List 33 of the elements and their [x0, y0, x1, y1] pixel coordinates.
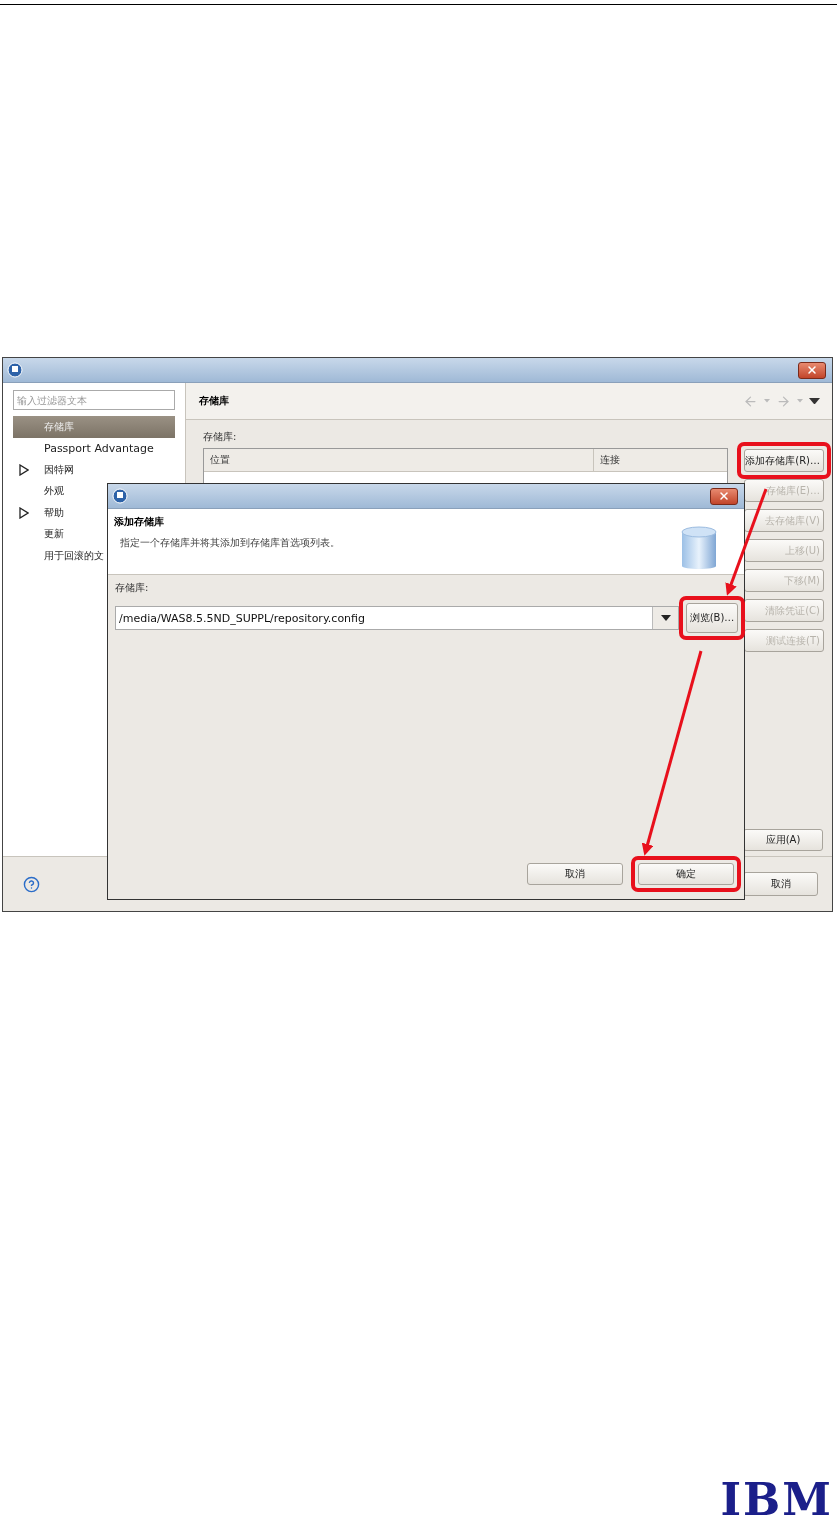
browse-button[interactable]: 浏览(B)…: [686, 603, 738, 633]
company-logo: IBM: [720, 1478, 833, 1522]
panel-title: 存储库: [199, 394, 229, 408]
app-icon: [112, 488, 128, 504]
dialog-description: 指定一个存储库并将其添加到存储库首选项列表。: [119, 536, 340, 550]
close-button[interactable]: [710, 487, 738, 505]
nav-item[interactable]: 更新: [13, 523, 68, 545]
dialog-button[interactable]: 取消: [527, 863, 623, 885]
side-button[interactable]: 添加存储库(R)…: [744, 449, 824, 472]
section-label: 存储库:: [203, 430, 238, 444]
nav-item[interactable]: 用于回滚的文: [13, 545, 108, 567]
nav-item[interactable]: 外观: [13, 480, 68, 502]
repository-combo[interactable]: /media/WAS8.5.5ND_SUPPL/repository.config: [115, 606, 679, 630]
nav-item[interactable]: Passport Advantage: [13, 437, 158, 459]
dialog-heading: 添加存储库: [114, 515, 165, 529]
close-icon: [806, 364, 818, 376]
help-icon[interactable]: [23, 875, 40, 893]
cancel-button[interactable]: 取消: [743, 872, 818, 896]
app-icon: [7, 362, 23, 378]
expand-icon[interactable]: [19, 506, 29, 519]
dropdown-caret-icon[interactable]: [660, 615, 671, 621]
field-label: 存储库:: [115, 581, 150, 595]
column-header[interactable]: 连接: [594, 449, 727, 471]
nav-item[interactable]: 因特网: [13, 459, 78, 481]
column-header[interactable]: 位置: [204, 449, 594, 471]
filter-field[interactable]: 输入过滤器文本: [13, 390, 175, 410]
close-button[interactable]: [798, 361, 826, 379]
apply-button[interactable]: 应用(A): [743, 829, 823, 851]
view-menu-icon[interactable]: [809, 397, 820, 405]
nav-item[interactable]: 帮助: [13, 502, 68, 524]
dialog-button[interactable]: 确定: [638, 863, 734, 885]
expand-icon[interactable]: [19, 463, 29, 476]
close-icon: [718, 490, 730, 502]
